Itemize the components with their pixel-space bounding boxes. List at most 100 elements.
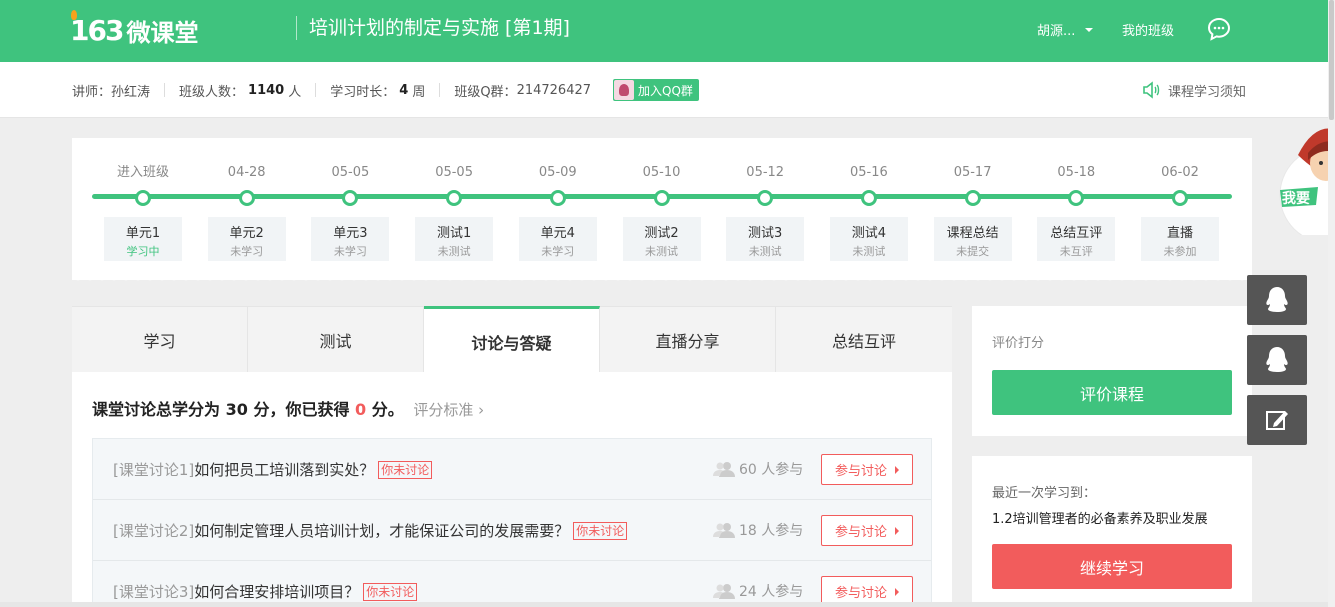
timeline-dot [1068,190,1085,206]
timeline-box[interactable]: 单元3 未学习 [311,217,390,261]
timeline-node[interactable]: 05-10 测试2 未测试 [622,164,702,261]
vertical-scrollbar[interactable] [1328,0,1335,607]
recent-title: 最近一次学习到： [992,486,1097,501]
timeline-dot [342,190,359,206]
user-name: 胡源... [1037,24,1076,39]
timeline-status: 未参加 [1163,245,1197,258]
timeline-dot [860,190,877,206]
tab-live-share[interactable]: 直播分享 [600,306,776,372]
timeline-title: 单元1 [125,226,161,241]
timeline-node[interactable]: 05-18 总结互评 未互评 [1036,164,1116,261]
timeline-date: 05-17 [953,165,992,180]
recent-lesson[interactable]: 1.2培训管理者的必备素养及职业发展 [992,508,1208,527]
timeline-box[interactable]: 直播 未参加 [1141,217,1219,261]
timeline-node[interactable]: 05-09 单元4 未学习 [518,164,598,261]
timeline-title: 总结互评 [1050,226,1103,241]
not-discussed-badge: 你未讨论 [363,582,418,601]
qq-penguin-icon [1266,347,1288,372]
not-discussed-badge: 你未讨论 [573,521,628,540]
site-logo[interactable]: 163 微课堂 [70,9,198,50]
course-timeline: 进入班级 单元1 学习中 04-28 单元2 未学习 05-05 单元3 未学习 05-05 测试1… [72,138,1252,286]
feedback-button[interactable] [1247,395,1307,445]
participant-count: 60 人参与 [713,459,803,479]
top-header: 163 微课堂 培训计划的制定与实施 [第1期] 胡源... 我的班级 [0,0,1335,62]
discussion-question[interactable]: 如何把员工培训落到实处？ [194,459,374,480]
discussion-tag: [课堂讨论2] [113,522,195,540]
svg-text:我要: 我要 [1282,191,1310,207]
qq-service-button-1[interactable] [1247,275,1307,325]
timeline-title: 直播 [1166,226,1193,241]
discussion-tag: [课堂讨论3] [113,583,195,601]
course-tabs: 学习 测试 讨论与答疑 直播分享 总结互评 [72,306,952,372]
timeline-node[interactable]: 05-17 课程总结 未提交 [933,164,1013,261]
qq-penguin-icon [1266,287,1288,312]
timeline-box[interactable]: 测试4 未测试 [829,217,908,261]
timeline-date: 05-05 [435,165,473,180]
chevron-down-icon [1085,27,1094,32]
timeline-node[interactable]: 05-05 测试1 未测试 [414,164,494,261]
timeline-box[interactable]: 单元2 未学习 [207,217,286,261]
tab-discussion[interactable]: 讨论与答疑 [424,306,600,372]
discussion-row: [课堂讨论3] 如何合理安排培训项目？ 你未讨论 24 人参与 参与讨论 [93,561,931,607]
timeline-box[interactable]: 测试2 未测试 [622,217,701,261]
timeline-date: 05-12 [746,165,785,180]
discussion-list: [课堂讨论1] 如何把员工培训落到实处？ 你未讨论 60 人参与 参与讨论 [课… [92,438,932,607]
continue-study-button[interactable]: 继续学习 [992,544,1232,589]
timeline-box[interactable]: 课程总结 未提交 [933,217,1012,261]
timeline-title: 单元2 [229,226,264,241]
tab-study[interactable]: 学习 [72,306,248,372]
timeline-node[interactable]: 04-28 单元2 未学习 [207,164,287,261]
tab-peer-review[interactable]: 总结互评 [776,306,952,372]
join-discussion-button[interactable]: 参与讨论 [821,454,913,485]
timeline-date: 05-16 [850,165,888,180]
my-class-link[interactable]: 我的班级 [1122,20,1174,39]
timeline-box[interactable]: 单元1 学习中 [104,217,182,261]
timeline-dot [549,190,566,206]
timeline-dot [653,190,670,206]
duration-info: 学习时长： 4 周 [330,82,426,100]
timeline-node[interactable]: 05-16 测试4 未测试 [829,164,909,261]
discussion-row: [课堂讨论1] 如何把员工培训落到实处？ 你未讨论 60 人参与 参与讨论 [93,439,931,500]
timeline-dot [135,190,151,206]
edit-icon [1266,411,1288,430]
timeline-node[interactable]: 06-02 直播 未参加 [1140,164,1220,261]
timeline-node[interactable]: 进入班级单元1 学习中 [103,164,183,261]
timeline-status: 未测试 [748,245,782,258]
discussion-panel: 课堂讨论总学分为 30 分，你已获得 0 分。 评分标准 › [课堂讨论1] 如… [72,372,952,607]
timeline-status: 学习中 [126,245,160,258]
qq-service-button-2[interactable] [1247,335,1307,385]
discussion-question[interactable]: 如何合理安排培训项目？ [194,581,359,602]
tab-test[interactable]: 测试 [248,306,424,372]
timeline-date: 05-18 [1057,165,1096,180]
logo-number: 163 [70,9,124,47]
timeline-node[interactable]: 05-12 测试3 未测试 [725,164,805,261]
scoring-criteria-link[interactable]: 评分标准 › [413,401,484,419]
course-title: 培训计划的制定与实施 [第1期] [296,16,570,40]
timeline-date: 进入班级 [116,165,169,180]
timeline-box[interactable]: 单元4 未学习 [518,217,597,261]
mascot-image[interactable]: 我要 [1278,115,1335,235]
timeline-title: 测试3 [748,226,783,241]
timeline-node[interactable]: 05-05 单元3 未学习 [310,164,390,261]
discussion-tag: [课堂讨论1] [113,461,195,479]
participant-count: 24 人参与 [713,581,803,601]
join-discussion-button[interactable]: 参与讨论 [821,515,913,546]
rate-course-button[interactable]: 评价课程 [992,370,1232,415]
user-menu[interactable]: 胡源... [1037,20,1094,39]
discussion-question[interactable]: 如何制定管理人员培训计划，才能保证公司的发展需要？ [194,520,569,541]
rate-course-card: 评价打分 评价课程 [972,306,1252,436]
timeline-dot [238,190,255,206]
timeline-dot [446,190,463,206]
timeline-date: 05-09 [538,165,577,180]
timeline-box[interactable]: 测试1 未测试 [415,217,494,261]
score-summary: 课堂讨论总学分为 30 分，你已获得 0 分。 评分标准 › [92,400,485,419]
timeline-box[interactable]: 测试3 未测试 [726,217,805,261]
qq-group-info: 班级Q群： 214726427 [454,82,592,100]
timeline-box[interactable]: 总结互评 未互评 [1037,217,1116,261]
course-notice-link[interactable]: 课程学习须知 [1142,62,1246,118]
bottom-strip [0,602,1328,607]
timeline-date: 05-10 [642,165,681,180]
join-qq-group-button[interactable]: 加入QQ群 [613,79,699,101]
chat-bubble-icon[interactable] [1207,17,1231,41]
users-icon [713,523,735,538]
